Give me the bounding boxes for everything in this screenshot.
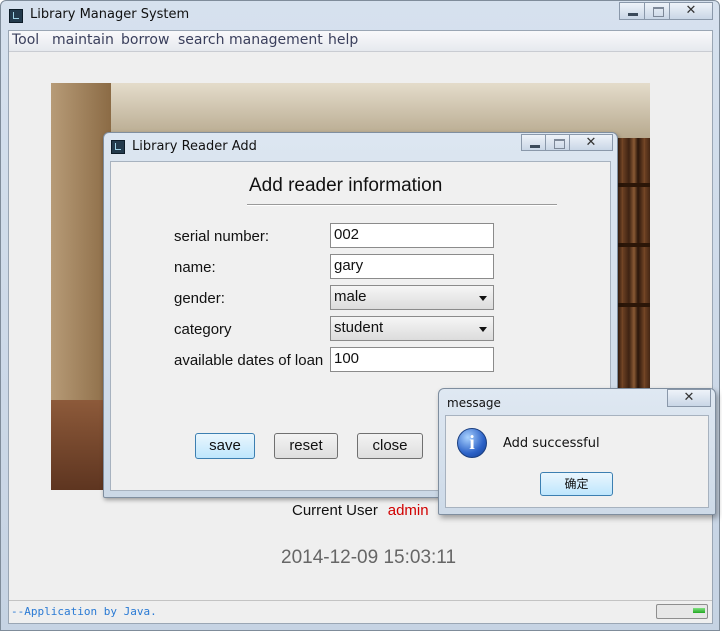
menu-borrow[interactable]: borrow (121, 32, 169, 48)
loan-dates-field[interactable]: 100 (330, 347, 494, 372)
frame-minimize-button[interactable] (521, 134, 546, 151)
category-label: category (174, 321, 232, 338)
status-text: --Application by Java. (11, 605, 157, 618)
message-dialog: message ✕ i Add successful 确定 (438, 388, 716, 515)
form-heading: Add reader information (249, 175, 443, 196)
frame-maximize-button[interactable] (545, 134, 570, 151)
close-button[interactable]: ✕ (669, 2, 713, 20)
window-controls: ✕ (619, 2, 713, 20)
frame-title[interactable]: Library Reader Add (132, 139, 257, 154)
loan-dates-label: available dates of loan (174, 352, 324, 369)
current-user-label: Current User (292, 502, 378, 519)
progress-indicator (656, 604, 708, 619)
gender-label: gender: (174, 290, 225, 307)
message-close-button[interactable]: ✕ (667, 389, 711, 407)
info-icon: i (457, 428, 487, 458)
reset-button[interactable]: reset (274, 433, 338, 459)
status-bar: --Application by Java. (9, 600, 712, 623)
name-label: name: (174, 259, 216, 276)
menu-tool[interactable]: Tool (12, 32, 39, 48)
current-datetime: 2014-12-09 15:03:11 (281, 547, 457, 568)
frame-controls: ✕ (521, 134, 613, 151)
menu-help[interactable]: help (328, 32, 358, 48)
dropdown-arrow-icon (479, 327, 487, 332)
gender-selected-value: male (334, 288, 367, 305)
heading-divider (247, 204, 557, 206)
current-user-name: admin (387, 502, 429, 519)
name-field[interactable]: gary (330, 254, 494, 279)
serial-number-label: serial number: (174, 228, 270, 245)
serial-number-field[interactable]: 002 (330, 223, 494, 248)
close-form-button[interactable]: close (357, 433, 423, 459)
minimize-button[interactable] (619, 2, 645, 20)
category-select[interactable]: student (330, 316, 494, 341)
progress-fill (693, 608, 705, 613)
ok-button[interactable]: 确定 (540, 472, 613, 496)
menu-bar: Tool maintain borrow search management h… (9, 31, 712, 52)
maximize-button[interactable] (644, 2, 670, 20)
gender-select[interactable]: male (330, 285, 494, 310)
menu-management[interactable]: management (229, 32, 323, 48)
message-body: i Add successful 确定 (445, 415, 709, 508)
window-title: Library Manager System (30, 7, 190, 22)
save-button[interactable]: save (195, 433, 255, 459)
message-text: Add successful (503, 436, 600, 451)
java-frame-icon (111, 140, 125, 154)
java-app-icon (9, 9, 23, 23)
category-selected-value: student (334, 319, 384, 336)
message-title[interactable]: message (447, 396, 501, 410)
menu-search[interactable]: search (178, 32, 225, 48)
photo-ceiling (51, 83, 650, 138)
menu-maintain[interactable]: maintain (52, 32, 114, 48)
current-user-line: Current User admin (292, 502, 429, 519)
dropdown-arrow-icon (479, 296, 487, 301)
frame-close-button[interactable]: ✕ (569, 134, 613, 151)
main-titlebar[interactable]: Library Manager System ✕ (1, 1, 719, 30)
